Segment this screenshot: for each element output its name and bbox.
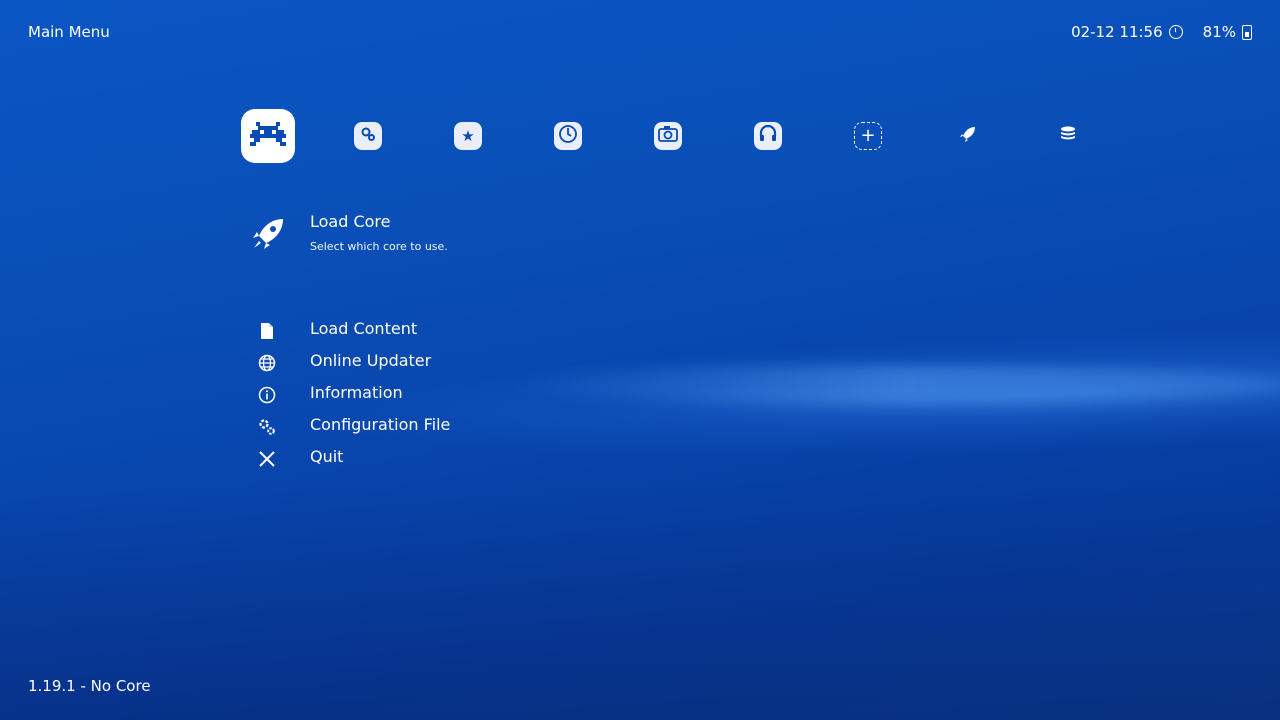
file-icon bbox=[255, 319, 279, 343]
background-shade bbox=[0, 480, 1280, 720]
battery-percent: 81% bbox=[1203, 23, 1236, 41]
gears-icon bbox=[359, 125, 377, 147]
rocket-icon bbox=[959, 125, 977, 147]
retroarch-invader-icon bbox=[248, 120, 288, 152]
menu-item-label: Online Updater bbox=[310, 351, 431, 370]
rocket-icon bbox=[248, 214, 288, 254]
camera-icon bbox=[658, 125, 678, 147]
menu-item-label: Configuration File bbox=[310, 415, 450, 434]
database-icon bbox=[1059, 125, 1077, 147]
clock-icon bbox=[1169, 25, 1183, 39]
menu-item-sublabel: Select which core to use. bbox=[310, 240, 448, 253]
tab-netplay[interactable] bbox=[754, 122, 782, 150]
menu-item-quit[interactable]: Quit bbox=[255, 444, 555, 476]
menu-item-information[interactable]: Information bbox=[255, 380, 555, 412]
netplay-headset-icon bbox=[758, 124, 778, 148]
tab-explore[interactable] bbox=[954, 122, 982, 150]
menu-item-load-content[interactable]: Load Content bbox=[255, 316, 555, 348]
tab-images[interactable] bbox=[654, 122, 682, 150]
tab-databases[interactable] bbox=[1054, 122, 1082, 150]
version-status: 1.19.1 - No Core bbox=[28, 677, 151, 695]
history-clock-icon bbox=[558, 124, 578, 148]
tab-history[interactable] bbox=[554, 122, 582, 150]
gears-icon bbox=[255, 415, 279, 439]
tab-bar: ★ + bbox=[241, 109, 1101, 163]
background-wave-highlight bbox=[500, 365, 1280, 405]
globe-icon bbox=[255, 351, 279, 375]
menu-item-online-updater[interactable]: Online Updater bbox=[255, 348, 555, 380]
tab-main-menu[interactable] bbox=[241, 109, 295, 163]
add-icon: + bbox=[860, 127, 875, 145]
page-title: Main Menu bbox=[28, 23, 110, 41]
menu-item-label: Quit bbox=[310, 447, 343, 466]
menu-item-label: Load Core bbox=[310, 212, 391, 231]
info-icon bbox=[255, 383, 279, 407]
battery-icon bbox=[1242, 25, 1252, 40]
tab-settings[interactable] bbox=[354, 122, 382, 150]
menu-item-label: Information bbox=[310, 383, 403, 402]
menu-item-configuration-file[interactable]: Configuration File bbox=[255, 412, 555, 444]
datetime: 02-12 11:56 bbox=[1071, 23, 1163, 41]
tab-favorites[interactable]: ★ bbox=[454, 122, 482, 150]
star-icon: ★ bbox=[461, 127, 474, 145]
tab-import-content[interactable]: + bbox=[854, 122, 882, 150]
status-bar: 02-12 11:56 81% bbox=[1071, 23, 1252, 41]
menu-list: Load Content Online Updater Information … bbox=[255, 316, 555, 476]
close-icon bbox=[255, 447, 279, 471]
menu-item-label: Load Content bbox=[310, 319, 417, 338]
